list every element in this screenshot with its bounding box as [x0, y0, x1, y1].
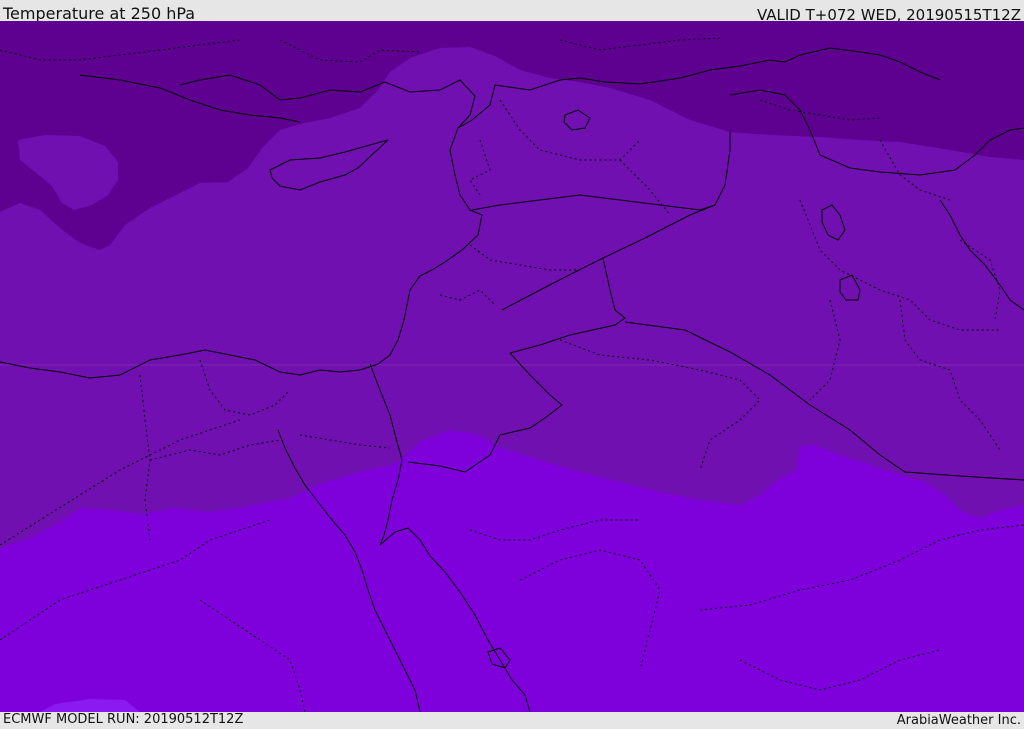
credit-label: ArabiaWeather Inc.	[896, 713, 1021, 728]
footer-bar: ECMWF MODEL RUN: 20190512T12Z ArabiaWeat…	[0, 712, 1024, 729]
map-canvas	[0, 21, 1024, 712]
model-run-label: ECMWF MODEL RUN: 20190512T12Z	[3, 712, 244, 727]
weather-map-page: Temperature at 250 hPa VALID T+072 WED, …	[0, 0, 1024, 729]
header-bar: Temperature at 250 hPa VALID T+072 WED, …	[0, 0, 1024, 24]
temperature-map	[0, 21, 1024, 712]
